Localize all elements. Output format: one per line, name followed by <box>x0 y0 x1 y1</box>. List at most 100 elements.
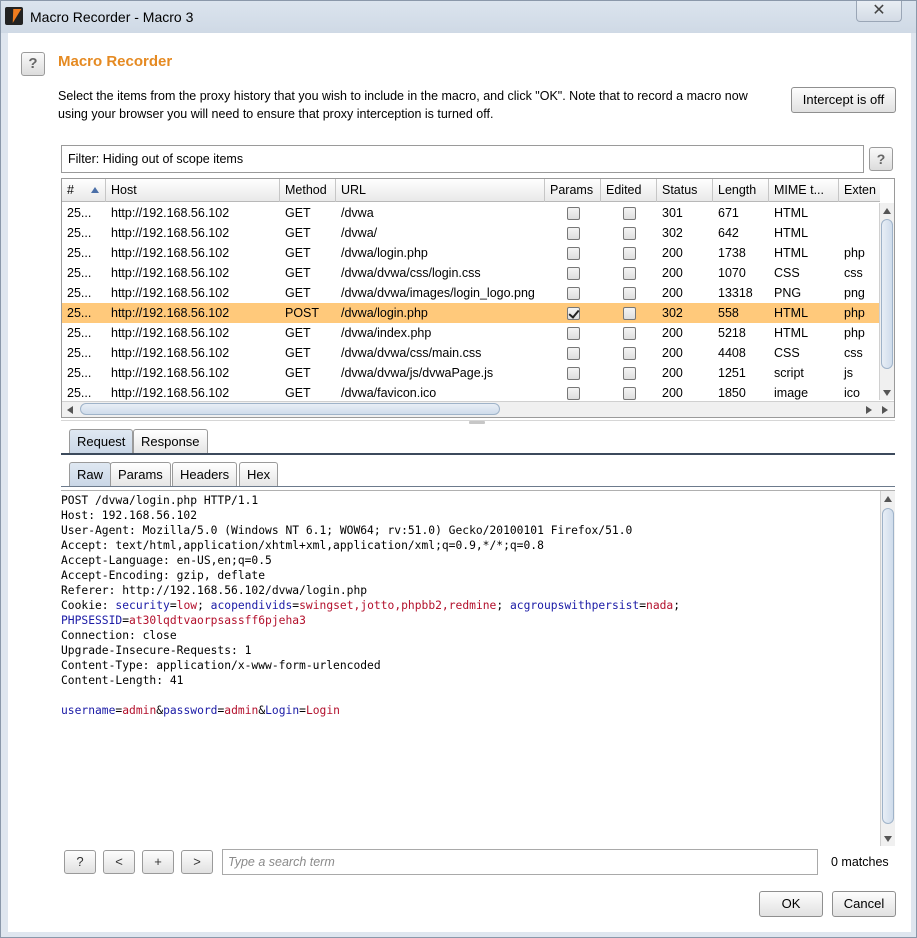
cell-url: /dvwa/dvwa/css/login.css <box>341 266 481 280</box>
cell-number: 25... <box>67 386 92 400</box>
scroll-thumb[interactable] <box>80 403 500 415</box>
column-header-status[interactable]: Status <box>657 179 713 202</box>
search-input[interactable] <box>222 849 818 875</box>
request-text: ; <box>197 599 211 612</box>
scroll-right-icon[interactable] <box>866 406 872 414</box>
cell-length: 5218 <box>718 326 746 340</box>
help-icon[interactable]: ? <box>21 52 45 76</box>
table-row[interactable]: 25... http://192.168.56.102 GET/dvwa/302 64… <box>62 223 880 243</box>
macro-recorder-window: Macro Recorder - Macro 3 ✕ ? Macro Recor… <box>0 0 917 938</box>
column-header-length[interactable]: Length <box>713 179 769 202</box>
params-checkbox[interactable] <box>567 307 580 320</box>
table-row[interactable]: 25... http://192.168.56.102 GET/dvwa/dvwa/… <box>62 363 880 383</box>
request-line: Connection: close <box>61 628 876 643</box>
scroll-up-icon[interactable] <box>883 208 891 214</box>
params-checkbox[interactable] <box>567 267 580 280</box>
table-row[interactable]: 25... http://192.168.56.102 GET/dvwa 301 671… <box>62 203 880 223</box>
tab-request[interactable]: Request <box>69 429 134 454</box>
cell-status: 301 <box>662 206 683 220</box>
edited-checkbox[interactable] <box>623 227 636 240</box>
request-text: = <box>122 614 130 627</box>
intercept-toggle-button[interactable]: Intercept is off <box>791 87 896 113</box>
params-checkbox[interactable] <box>567 367 580 380</box>
scroll-thumb[interactable] <box>882 508 894 824</box>
cell-number: 25... <box>67 286 92 300</box>
column-header-number[interactable]: # <box>62 179 106 202</box>
scroll-thumb[interactable] <box>881 219 893 369</box>
table-row[interactable]: 25... http://192.168.56.102 GET/dvwa/index… <box>62 323 880 343</box>
request-text: Referer: http://192.168.56.102/dvwa/logi… <box>61 584 368 597</box>
column-header-mime-type[interactable]: MIME t... <box>769 179 839 202</box>
tab-divider <box>61 453 895 455</box>
cell-length: 558 <box>718 306 739 320</box>
tab-hex[interactable]: Hex <box>239 462 279 487</box>
params-checkbox[interactable] <box>567 347 580 360</box>
edited-checkbox[interactable] <box>623 287 636 300</box>
params-checkbox[interactable] <box>567 247 580 260</box>
scroll-down-icon[interactable] <box>884 836 892 842</box>
params-checkbox[interactable] <box>567 227 580 240</box>
table-row[interactable]: 25... http://192.168.56.102 GET/dvwa/dvwa/… <box>62 283 880 303</box>
filter-help-icon[interactable]: ? <box>869 147 893 171</box>
ok-button[interactable]: OK <box>759 891 823 917</box>
edited-checkbox[interactable] <box>623 387 636 400</box>
column-header-url[interactable]: URL <box>336 179 545 202</box>
scroll-up-icon[interactable] <box>884 496 892 502</box>
edited-checkbox[interactable] <box>623 207 636 220</box>
proxy-history-table: # Host Method URL Params Edited Status L… <box>61 178 895 418</box>
cell-number: 25... <box>67 326 92 340</box>
scroll-left-icon[interactable] <box>67 406 73 414</box>
tab-params[interactable]: Params <box>110 462 171 487</box>
tab-response[interactable]: Response <box>133 429 208 454</box>
editor-vertical-scrollbar[interactable] <box>880 491 895 846</box>
tab-raw[interactable]: Raw <box>69 462 112 487</box>
param-name: acgroupswithpersist <box>509 599 640 612</box>
column-header-host[interactable]: Host <box>106 179 280 202</box>
cell-method: GET <box>285 266 311 280</box>
params-checkbox[interactable] <box>567 207 580 220</box>
cell-number: 25... <box>67 306 92 320</box>
table-row[interactable]: 25... http://192.168.56.102 GET/dvwa/favic… <box>62 383 880 403</box>
edited-checkbox[interactable] <box>623 267 636 280</box>
search-help-button[interactable]: ? <box>64 850 96 874</box>
cell-method: GET <box>285 366 311 380</box>
cell-url: /dvwa/dvwa/images/login_logo.png <box>341 286 535 300</box>
scroll-right-icon[interactable] <box>882 406 888 414</box>
cell-number: 25... <box>67 366 92 380</box>
scroll-down-icon[interactable] <box>883 390 891 396</box>
cell-length: 642 <box>718 226 739 240</box>
edited-checkbox[interactable] <box>623 307 636 320</box>
column-header-params[interactable]: Params <box>545 179 601 202</box>
column-header-edited[interactable]: Edited <box>601 179 657 202</box>
column-header-method[interactable]: Method <box>280 179 336 202</box>
table-row[interactable]: 25... http://192.168.56.102 GET/dvwa/dvwa/… <box>62 343 880 363</box>
instructions-text: Select the items from the proxy history … <box>58 89 748 121</box>
cancel-button[interactable]: Cancel <box>832 891 896 917</box>
edited-checkbox[interactable] <box>623 367 636 380</box>
request-editor[interactable]: POST /dvwa/login.php HTTP/1.1 Host: 192.1… <box>61 490 895 846</box>
search-next-button[interactable]: > <box>181 850 213 874</box>
splitter-grip-icon[interactable] <box>469 421 485 424</box>
request-text: Content-Length: 41 <box>61 674 184 687</box>
cell-mime-type: HTML <box>774 306 809 320</box>
edited-checkbox[interactable] <box>623 347 636 360</box>
params-checkbox[interactable] <box>567 287 580 300</box>
table-row[interactable]: 25... http://192.168.56.102 POST/dvwa/logi… <box>62 303 880 323</box>
table-row[interactable]: 25... http://192.168.56.102 GET/dvwa/login… <box>62 243 880 263</box>
tab-headers[interactable]: Headers <box>172 462 238 487</box>
params-checkbox[interactable] <box>567 327 580 340</box>
close-icon[interactable]: ✕ <box>856 1 902 22</box>
table-horizontal-scrollbar[interactable] <box>62 401 894 417</box>
column-header-extension[interactable]: Exten <box>839 179 889 202</box>
pane-splitter[interactable] <box>61 420 895 425</box>
edited-checkbox[interactable] <box>623 327 636 340</box>
edited-checkbox[interactable] <box>623 247 636 260</box>
filter-bar[interactable]: Filter: Hiding out of scope items <box>61 145 864 173</box>
search-add-button[interactable]: + <box>142 850 174 874</box>
table-vertical-scrollbar[interactable] <box>879 203 894 400</box>
burp-lightning-icon <box>5 7 23 25</box>
params-checkbox[interactable] <box>567 387 580 400</box>
table-row[interactable]: 25... http://192.168.56.102 GET/dvwa/dvwa/… <box>62 263 880 283</box>
request-raw-text[interactable]: POST /dvwa/login.php HTTP/1.1 Host: 192.1… <box>61 493 876 718</box>
search-previous-button[interactable]: < <box>103 850 135 874</box>
